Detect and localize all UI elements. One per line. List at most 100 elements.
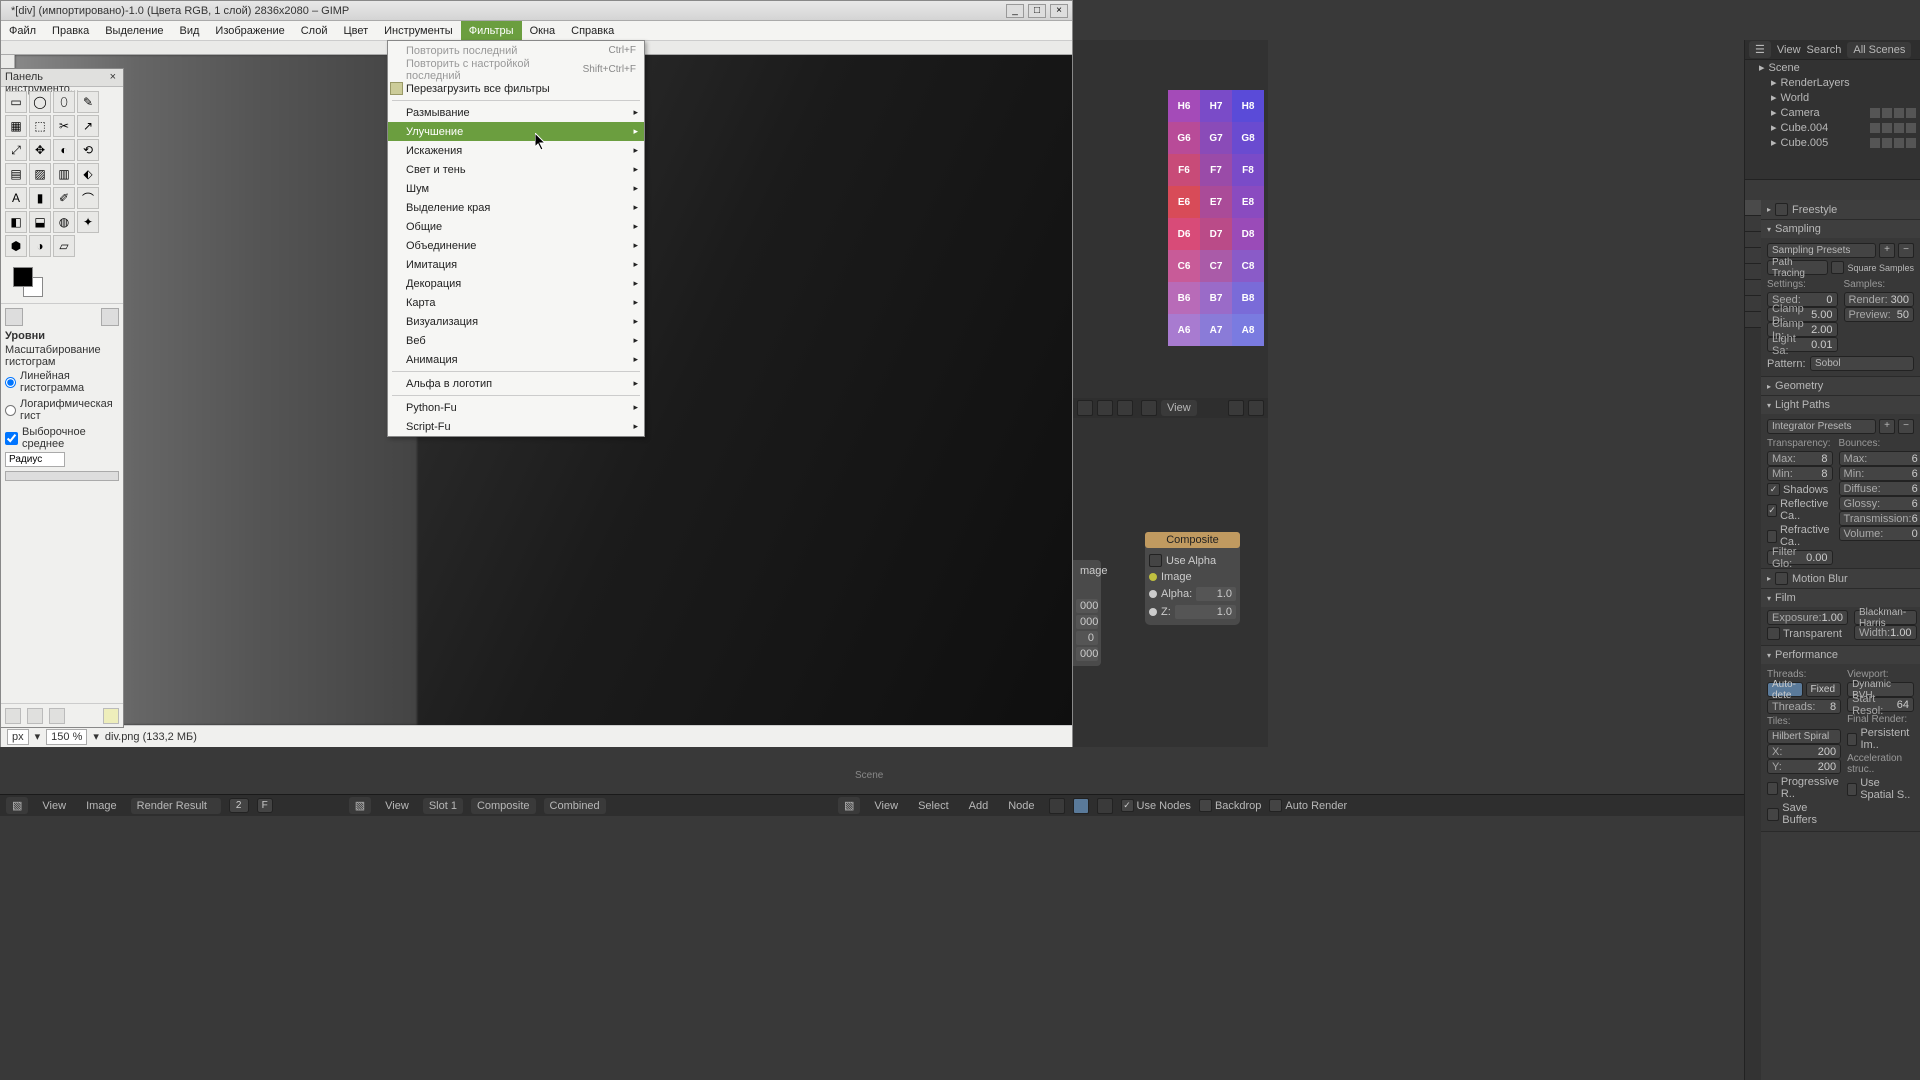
motion-blur-panel-header[interactable]: ▸Motion Blur [1761,569,1920,588]
zoom-selector[interactable]: 150 % [46,729,87,745]
filter-menu-искажения[interactable]: Искажения▸ [388,141,644,160]
swatch-B7[interactable]: B7 [1200,282,1232,314]
node-btn-1[interactable] [1077,400,1093,416]
swatch-G7[interactable]: G7 [1200,122,1232,154]
render-tab[interactable] [1745,200,1761,216]
node-edge-val-0[interactable]: 000 [1076,599,1098,613]
light-sampling-field[interactable]: Light Sa:0.01 [1767,337,1838,352]
tool-5[interactable]: ⬚ [29,115,51,137]
add-menu[interactable]: Add [963,798,995,814]
composite-node[interactable]: Composite Use Alpha Image Alpha: 1.0 Z: … [1145,532,1240,625]
node-type-texture[interactable] [1097,798,1113,814]
editor-type-icon-3[interactable]: ▧ [838,797,860,814]
swatch-F6[interactable]: F6 [1168,154,1200,186]
tool-options-menu-icon[interactable] [101,308,119,326]
fake-user-btn[interactable]: F [257,798,273,813]
close-button[interactable]: × [1050,4,1068,18]
slot-dropdown[interactable]: Slot 1 [423,798,463,814]
performance-panel-header[interactable]: ▾Performance [1761,646,1920,664]
tile-y-field[interactable]: Y:200 [1767,759,1841,774]
alpha-value[interactable]: 1.0 [1196,587,1236,601]
renderlayers-node-edge[interactable]: mage 000 000 0 000 [1073,560,1101,666]
scene-tab[interactable] [1745,232,1761,248]
tool-19[interactable]: ⌒ [77,187,99,209]
tool-22[interactable]: ◍ [53,211,75,233]
outliner-view-menu[interactable]: View [1777,44,1801,56]
menubar-вид[interactable]: Вид [172,21,208,40]
z-socket[interactable] [1149,608,1157,616]
node-btn-3[interactable] [1117,400,1133,416]
preview-samples-field[interactable]: Preview:50 [1844,307,1915,322]
transp-min-field[interactable]: Min:8 [1767,466,1833,481]
filter-menu-веб[interactable]: Веб▸ [388,331,644,350]
outliner-item-cube-004[interactable]: ▸ Cube.004 [1745,120,1920,135]
swatch-C8[interactable]: C8 [1232,250,1264,282]
shadows-checkbox[interactable] [1767,483,1780,496]
image-menu[interactable]: Image [80,798,123,814]
node-edge-val-2[interactable]: 0 [1076,631,1098,645]
tool-9[interactable]: ✥ [29,139,51,161]
tb-delete-icon[interactable] [49,708,65,724]
tool-7[interactable]: ↗ [77,115,99,137]
radius-input[interactable] [5,452,65,467]
exposure-field[interactable]: Exposure:1.00 [1767,610,1848,625]
filter-width-field[interactable]: Width:1.00 [1854,625,1917,640]
swatch-A6[interactable]: A6 [1168,314,1200,346]
filter-menu-перезагрузить-все-фильтры[interactable]: Перезагрузить все фильтры [388,79,644,98]
layer-dropdown[interactable]: Composite [471,798,536,814]
swatch-D6[interactable]: D6 [1168,218,1200,250]
filter-menu-шум[interactable]: Шум▸ [388,179,644,198]
swatch-A8[interactable]: A8 [1232,314,1264,346]
transparent-checkbox[interactable] [1767,627,1780,640]
int-preset-remove-btn[interactable]: − [1898,419,1914,434]
swatch-D8[interactable]: D8 [1232,218,1264,250]
tool-20[interactable]: ◧ [5,211,27,233]
pixel-filter-dropdown[interactable]: Blackman-Harris [1854,610,1917,625]
node-btn-2[interactable] [1097,400,1113,416]
properties-panel[interactable]: ▸Freestyle ▾Sampling Sampling Presets+− … [1745,200,1920,1080]
tool-options-icon[interactable] [5,308,23,326]
reflective-caustics-checkbox[interactable] [1767,504,1777,517]
tool-17[interactable]: ▮ [29,187,51,209]
bounce-max-field[interactable]: Max:6 [1839,451,1920,466]
filter-menu-общие[interactable]: Общие▸ [388,217,644,236]
swatch-B8[interactable]: B8 [1232,282,1264,314]
view-menu-3[interactable]: View [868,798,904,814]
tool-14[interactable]: ▥ [53,163,75,185]
minimize-button[interactable]: _ [1006,4,1024,18]
use-alpha-checkbox[interactable] [1149,554,1162,567]
integrator-dropdown[interactable]: Path Tracing [1767,260,1828,275]
autodetect-btn[interactable]: Auto-dete [1767,682,1803,697]
render-result-dropdown[interactable]: Render Result [131,798,221,814]
tool-23[interactable]: ✦ [77,211,99,233]
node-edge-val-1[interactable]: 000 [1076,615,1098,629]
swatch-B6[interactable]: B6 [1168,282,1200,314]
menubar-цвет[interactable]: Цвет [335,21,376,40]
unit-selector[interactable]: px [7,729,29,745]
outliner-item-camera[interactable]: ▸ Camera [1745,105,1920,120]
outliner-item-world[interactable]: ▸ World [1745,90,1920,105]
swatch-G6[interactable]: G6 [1168,122,1200,154]
preset-add-btn[interactable]: + [1879,243,1895,258]
linear-histogram-radio[interactable] [5,377,16,388]
filter-menu-свет-и-тень[interactable]: Свет и тень▸ [388,160,644,179]
freestyle-checkbox[interactable] [1775,203,1788,216]
film-panel-header[interactable]: ▾Film [1761,589,1920,607]
swatch-F8[interactable]: F8 [1232,154,1264,186]
tool-10[interactable]: ◐ [53,139,75,161]
tool-2[interactable]: ⬯ [53,91,75,113]
filter-menu-размывание[interactable]: Размывание▸ [388,103,644,122]
preset-remove-btn[interactable]: − [1898,243,1914,258]
bounce-min-field[interactable]: Min:6 [1839,466,1920,481]
tool-18[interactable]: ✐ [53,187,75,209]
gimp-toolbox-window[interactable]: Панель инструменто... × ▭◯⬯✎▦⬚✂↗⤢✥◐⟲▤▨▥⬖… [0,68,124,728]
world-tab[interactable] [1745,248,1761,264]
light-paths-panel-header[interactable]: ▾Light Paths [1761,396,1920,414]
swatch-C6[interactable]: C6 [1168,250,1200,282]
square-samples-checkbox[interactable] [1831,261,1844,274]
tile-order-dropdown[interactable]: Hilbert Spiral [1767,729,1841,744]
alpha-socket[interactable] [1149,590,1157,598]
outliner-item-scene[interactable]: ▸ Scene [1745,60,1920,75]
editor-type-icon-1[interactable]: ▧ [6,797,28,814]
filter-menu-карта[interactable]: Карта▸ [388,293,644,312]
